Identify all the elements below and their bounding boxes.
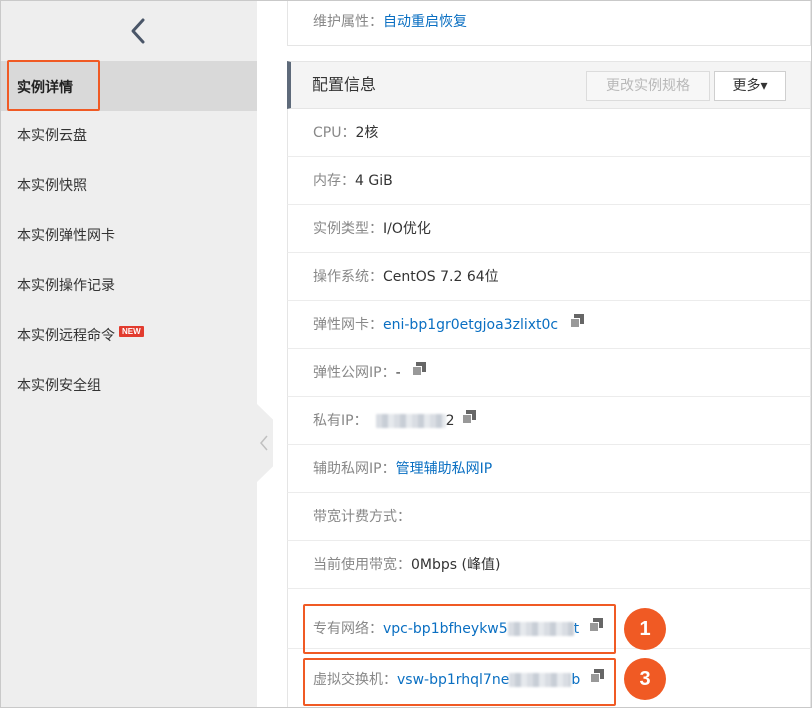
cpu-value: 2核 [355,125,379,141]
private-ip-row: 私有IP： 2 [287,397,811,445]
eip-value: - [395,365,401,381]
chevron-left-icon [260,435,268,451]
billing-row: 带宽计费方式： [287,493,811,541]
sidebar-item-security-groups[interactable]: 本实例安全组 [1,361,257,411]
sidebar-item-label: 本实例快照 [17,178,87,194]
sidebar-item-label: 本实例安全组 [17,378,101,394]
copy-icon[interactable] [461,409,477,425]
bandwidth-value: 0Mbps (峰值) [411,557,501,573]
maintenance-label: 维护属性： [313,14,383,30]
sidebar-item-label: 实例详情 [17,80,73,96]
back-button[interactable] [125,17,151,45]
highlight-box-vpc [303,604,616,654]
cpu-row: CPU：2核 [287,109,811,157]
sidebar-item-label: 本实例远程命令 [17,328,115,344]
collapse-sidebar-handle[interactable] [257,404,273,482]
sidebar-item-eni[interactable]: 本实例弹性网卡 [1,211,257,261]
cpu-label: CPU： [313,125,356,141]
redacted-value [375,414,446,428]
sidebar-item-label: 本实例操作记录 [17,278,115,294]
eip-label: 弹性公网IP： [313,365,396,381]
eni-link[interactable]: eni-bp1gr0etgjoa3zlixt0c [383,317,558,333]
more-button[interactable]: 更多▾ [714,71,786,101]
step-marker-1: 1 [624,608,666,650]
sidebar-item-label: 本实例弹性网卡 [17,228,115,244]
private-ip-suffix: 2 [445,413,455,429]
chevron-left-icon [131,18,145,44]
section-title: 配置信息 [312,75,377,94]
eni-row: 弹性网卡：eni-bp1gr0etgjoa3zlixt0c [287,301,811,349]
window-frame: 实例详情 本实例云盘 本实例快照 本实例弹性网卡 本实例操作记录 本实例远程命令… [0,0,812,708]
eni-label: 弹性网卡： [313,317,383,333]
copy-icon[interactable] [569,313,585,329]
memory-label: 内存： [313,173,355,189]
maintenance-row: 维护属性：自动重启恢复 [287,1,811,46]
sidebar-item-label: 本实例云盘 [17,128,87,144]
instance-type-label: 实例类型： [313,221,383,237]
secondary-ip-row: 辅助私网IP：管理辅助私网IP [287,445,811,493]
sidebar-item-snapshots[interactable]: 本实例快照 [1,161,257,211]
memory-value: 4 GiB [355,173,393,189]
instance-type-row: 实例类型：I/O优化 [287,205,811,253]
bandwidth-label: 当前使用带宽： [313,557,411,573]
os-row: 操作系统：CentOS 7.2 64位 [287,253,811,301]
sidebar-item-operation-logs[interactable]: 本实例操作记录 [1,261,257,311]
maintenance-link[interactable]: 自动重启恢复 [383,14,467,30]
bandwidth-row: 当前使用带宽：0Mbps (峰值) [287,541,811,589]
sidebar: 实例详情 本实例云盘 本实例快照 本实例弹性网卡 本实例操作记录 本实例远程命令… [1,1,257,707]
manage-secondary-ip-link[interactable]: 管理辅助私网IP [396,461,493,477]
secondary-ip-label: 辅助私网IP： [313,461,396,477]
billing-label: 带宽计费方式： [313,509,411,525]
config-section-header: 配置信息 更改实例规格 更多▾ [287,61,811,109]
memory-row: 内存：4 GiB [287,157,811,205]
private-ip-label: 私有IP： [313,413,368,429]
step-marker-3: 3 [624,658,666,700]
new-badge: NEW [119,326,144,337]
modify-spec-button[interactable]: 更改实例规格 [586,71,710,101]
highlight-box-vswitch [303,658,616,706]
copy-icon[interactable] [411,361,427,377]
sidebar-item-disks[interactable]: 本实例云盘 [1,111,257,161]
os-label: 操作系统： [313,269,383,285]
sidebar-item-remote-commands[interactable]: 本实例远程命令 NEW [1,311,257,361]
os-value: CentOS 7.2 64位 [383,269,499,285]
eip-row: 弹性公网IP：- [287,349,811,397]
instance-type-value: I/O优化 [383,221,431,237]
